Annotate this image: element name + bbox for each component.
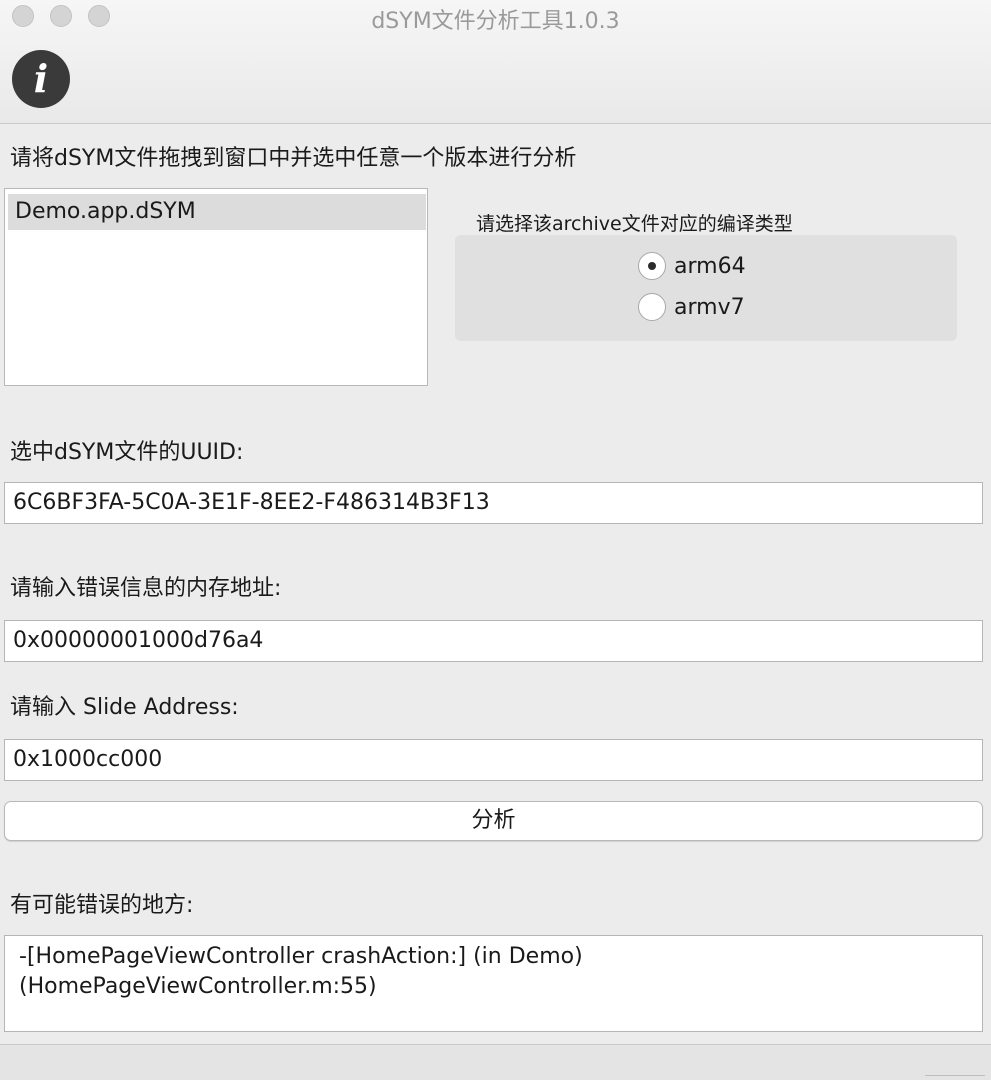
radio-label: arm64 [674,253,746,279]
uuid-label: 选中dSYM文件的UUID: [10,440,244,465]
uuid-field[interactable]: 6C6BF3FA-5C0A-3E1F-8EE2-F486314B3F13 [4,482,983,524]
window-toolbar: dSYM文件分析工具1.0.3 i [0,0,991,124]
build-type-title: 请选择该archive文件对应的编译类型 [476,213,793,235]
radio-button-checked[interactable] [638,252,666,280]
resize-grip-icon[interactable] [925,1067,985,1076]
info-icon[interactable]: i [12,50,70,108]
radio-label: armv7 [674,294,745,320]
analyze-button[interactable]: 分析 [4,801,983,841]
radio-button[interactable] [638,293,666,321]
radio-option-armv7[interactable]: armv7 [638,289,745,325]
window-title: dSYM文件分析工具1.0.3 [371,9,620,34]
window-bottom-bar [0,1044,991,1080]
result-text-area[interactable]: -[HomePageViewController crashAction:] (… [4,935,983,1032]
dsym-file-list[interactable]: Demo.app.dSYM [4,188,428,386]
slide-address-label: 请输入 Slide Address: [10,695,239,720]
slide-address-input[interactable]: 0x1000cc000 [4,739,983,781]
memory-address-input[interactable]: 0x00000001000d76a4 [4,620,983,662]
result-label: 有可能错误的地方: [10,893,194,918]
drop-instruction-label: 请将dSYM文件拖拽到窗口中并选中任意一个版本进行分析 [10,146,577,171]
memory-address-label: 请输入错误信息的内存地址: [10,576,282,601]
radio-option-arm64[interactable]: arm64 [638,248,746,284]
list-item[interactable]: Demo.app.dSYM [8,194,426,230]
result-line: (HomePageViewController.m:55) [19,974,377,999]
build-type-group: arm64 armv7 [455,235,957,341]
result-line: -[HomePageViewController crashAction:] (… [19,944,583,969]
